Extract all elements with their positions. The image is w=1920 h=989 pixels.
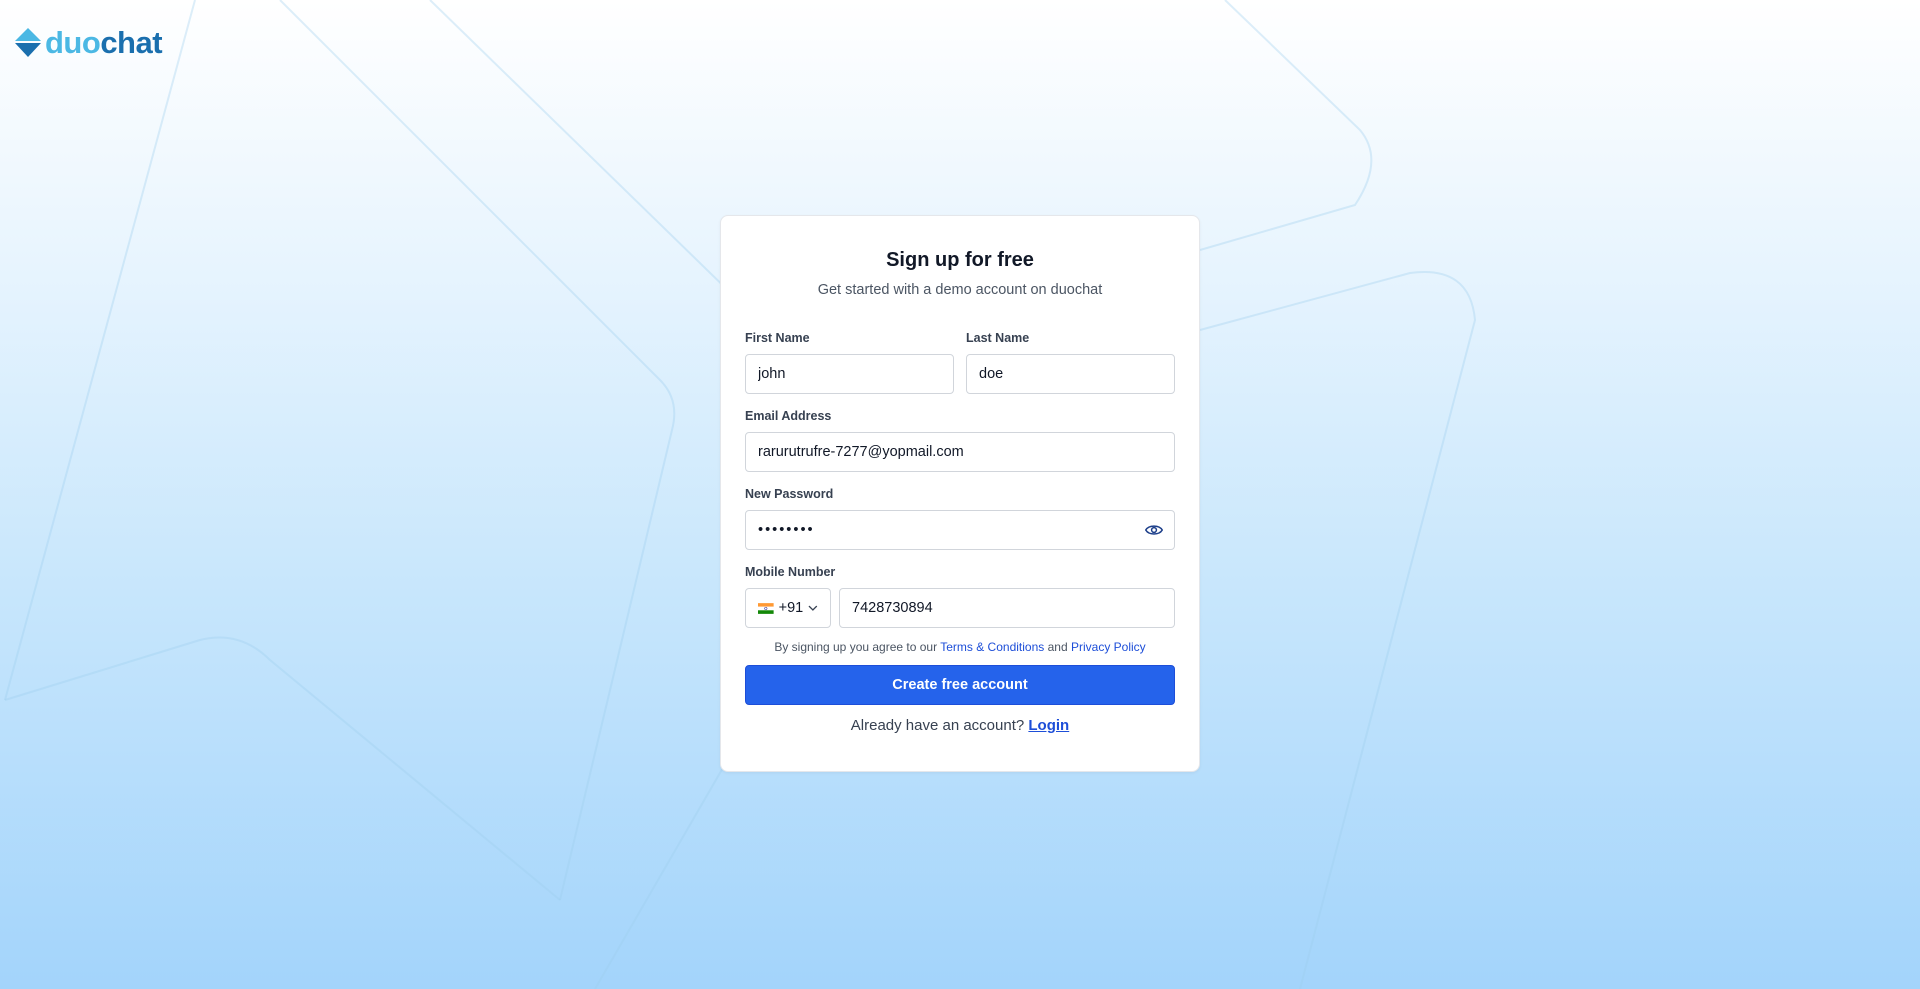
login-prompt-line: Already have an account? Login (745, 716, 1175, 736)
page-title: Sign up for free (886, 249, 1034, 271)
last-name-input[interactable] (966, 354, 1175, 394)
login-link[interactable]: Login (1028, 717, 1069, 734)
terms-conjunction: and (1047, 640, 1068, 654)
chevron-down-icon (808, 605, 818, 611)
first-name-field: First Name (745, 330, 954, 394)
password-field: New Password (745, 486, 1175, 550)
phone-row: +91 (745, 588, 1175, 628)
password-input[interactable] (745, 510, 1175, 550)
mobile-label: Mobile Number (745, 565, 836, 579)
email-field: Email Address (745, 408, 1175, 472)
signup-card: Sign up for free Get started with a demo… (720, 215, 1200, 772)
mobile-input[interactable] (839, 588, 1175, 628)
terms-notice: By signing up you agree to our Terms & C… (745, 639, 1175, 655)
page-subtitle: Get started with a demo account on duoch… (817, 282, 1103, 298)
country-code-select[interactable]: +91 (745, 588, 831, 628)
last-name-field: Last Name (966, 330, 1175, 394)
india-flag-icon (758, 602, 774, 614)
privacy-link[interactable]: Privacy Policy (1071, 640, 1146, 654)
login-prompt: Already have an account? (850, 717, 1025, 734)
brand-logo[interactable]: duochat (15, 25, 163, 60)
mobile-field: Mobile Number +91 (745, 564, 1175, 628)
password-wrapper (745, 510, 1175, 550)
email-input[interactable] (745, 432, 1175, 472)
first-name-label: First Name (745, 331, 810, 345)
terms-link[interactable]: Terms & Conditions (940, 640, 1044, 654)
name-row: First Name Last Name (745, 330, 1175, 394)
country-code-value: +91 (778, 600, 804, 616)
duochat-logo-icon (15, 27, 41, 57)
email-label: Email Address (745, 409, 832, 423)
eye-icon[interactable] (1145, 522, 1163, 538)
password-label: New Password (745, 487, 834, 501)
first-name-input[interactable] (745, 354, 954, 394)
terms-prefix: By signing up you agree to our (774, 640, 938, 654)
last-name-label: Last Name (966, 331, 1030, 345)
brand-wordmark: duochat (45, 25, 163, 60)
create-account-button[interactable]: Create free account (745, 665, 1175, 705)
